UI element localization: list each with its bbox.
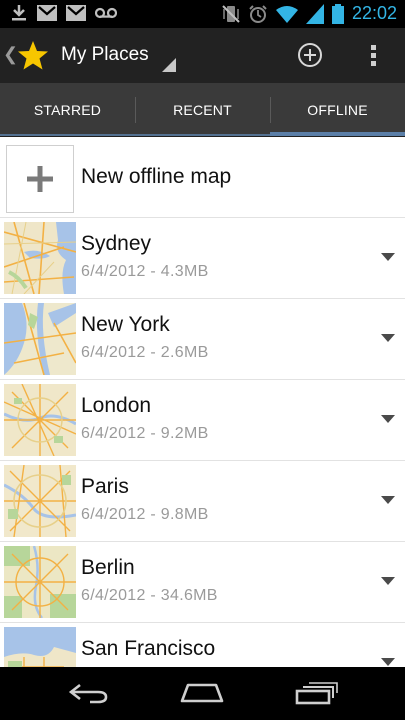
voicemail-icon	[95, 7, 117, 19]
nav-bar	[0, 667, 405, 720]
list-item[interactable]: Berlin 6/4/2012 - 34.6MB	[0, 542, 405, 623]
star-icon[interactable]	[17, 40, 49, 71]
home-icon[interactable]	[180, 681, 224, 703]
list-item[interactable]: Paris 6/4/2012 - 9.8MB	[0, 461, 405, 542]
spinner-arrow-icon[interactable]	[162, 58, 176, 72]
map-meta: 6/4/2012 - 9.2MB	[81, 425, 209, 442]
wifi-icon	[275, 5, 298, 23]
alarm-icon	[249, 4, 267, 23]
tab-indicator-inactive	[135, 134, 270, 136]
download-icon	[12, 5, 26, 21]
dropdown-arrow-icon[interactable]	[381, 253, 395, 261]
list-item[interactable]: San Francisco	[0, 623, 405, 667]
map-meta: 6/4/2012 - 2.6MB	[81, 344, 209, 361]
dropdown-arrow-icon[interactable]	[381, 496, 395, 504]
tab-label: RECENT	[173, 101, 232, 118]
list-item[interactable]: New York 6/4/2012 - 2.6MB	[0, 299, 405, 380]
tab-bar: STARRED RECENT OFFLINE	[0, 83, 405, 138]
vibrate-icon	[222, 4, 240, 23]
map-name: New York	[81, 313, 170, 336]
overflow-menu-icon[interactable]	[363, 42, 383, 68]
battery-icon	[331, 3, 344, 24]
plus-icon	[27, 166, 53, 192]
clock: 22:02	[351, 3, 397, 23]
map-thumbnail	[4, 546, 76, 618]
action-bar: ❮ My Places	[0, 28, 405, 83]
gmail-icon	[66, 5, 86, 21]
map-name: San Francisco	[81, 637, 216, 660]
new-map-tile	[6, 145, 74, 213]
tab-starred[interactable]: STARRED	[0, 83, 135, 136]
offline-map-list: New offline map Sydney 6/4/2012 - 4.3MB …	[0, 137, 405, 667]
dropdown-arrow-icon[interactable]	[381, 334, 395, 342]
tab-divider	[270, 97, 271, 123]
signal-icon	[305, 3, 324, 24]
tab-recent[interactable]: RECENT	[135, 83, 270, 136]
map-meta: 6/4/2012 - 34.6MB	[81, 587, 218, 604]
map-thumbnail	[4, 222, 76, 294]
dropdown-arrow-icon[interactable]	[381, 415, 395, 423]
back-icon[interactable]	[68, 683, 110, 705]
map-thumbnail	[4, 384, 76, 456]
back-caret-icon[interactable]: ❮	[3, 44, 18, 65]
tab-label: OFFLINE	[307, 101, 368, 118]
tab-offline[interactable]: OFFLINE	[270, 83, 405, 136]
recent-apps-icon[interactable]	[295, 681, 339, 705]
list-item[interactable]: Sydney 6/4/2012 - 4.3MB	[0, 218, 405, 299]
new-offline-map-label: New offline map	[81, 165, 232, 188]
map-thumbnail	[4, 465, 76, 537]
list-item[interactable]: London 6/4/2012 - 9.2MB	[0, 380, 405, 461]
map-name: Berlin	[81, 556, 135, 579]
map-meta: 6/4/2012 - 9.8MB	[81, 506, 209, 523]
tab-indicator-inactive	[0, 134, 135, 136]
tab-indicator-active	[270, 132, 405, 136]
add-icon[interactable]	[297, 42, 323, 68]
dropdown-arrow-icon[interactable]	[381, 577, 395, 585]
new-offline-map-button[interactable]: New offline map	[0, 137, 405, 218]
map-name: Paris	[81, 475, 129, 498]
tab-divider	[135, 97, 136, 123]
page-title[interactable]: My Places	[61, 44, 149, 66]
map-thumbnail	[4, 627, 76, 667]
gmail-icon	[37, 5, 57, 21]
map-meta: 6/4/2012 - 4.3MB	[81, 263, 209, 280]
map-thumbnail	[4, 303, 76, 375]
dropdown-arrow-icon[interactable]	[381, 658, 395, 666]
status-bar: 22:02	[0, 0, 405, 28]
map-name: Sydney	[81, 232, 152, 255]
tab-label: STARRED	[33, 101, 102, 118]
map-name: London	[81, 394, 152, 417]
